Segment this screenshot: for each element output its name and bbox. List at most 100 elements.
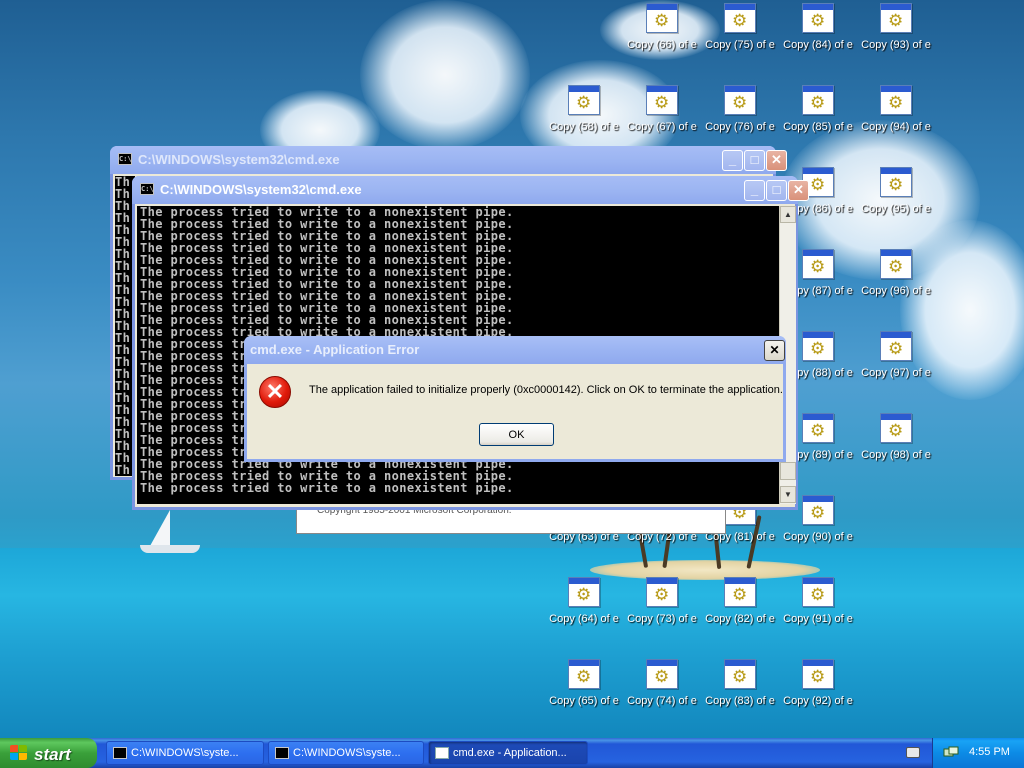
desktop-shortcut[interactable]: Copy (97) of e xyxy=(858,331,934,391)
keyboard-icon[interactable] xyxy=(906,747,920,758)
desktop-shortcut-label: Copy (96) of e xyxy=(861,285,931,297)
cmd-back-titlebar[interactable]: C:\ C:\WINDOWS\system32\cmd.exe _ □ ✕ xyxy=(110,146,787,174)
console-icon: C:\ xyxy=(140,183,154,195)
desktop-shortcut-label: Copy (74) of e xyxy=(627,695,697,707)
console-line: The process tried to write to a nonexist… xyxy=(140,481,514,495)
application-icon xyxy=(880,85,912,115)
application-icon xyxy=(724,85,756,115)
close-button[interactable]: ✕ xyxy=(764,340,785,361)
desktop-shortcut[interactable]: Copy (94) of e xyxy=(858,85,934,145)
desktop-shortcut[interactable]: Copy (74) of e xyxy=(624,659,700,719)
console-icon xyxy=(113,747,127,759)
taskbar-button[interactable]: C:\WINDOWS\syste... xyxy=(268,741,424,765)
desktop-shortcut-label: Copy (97) of e xyxy=(861,367,931,379)
system-tray: 4:55 PM xyxy=(932,738,1024,768)
window-icon xyxy=(435,747,449,759)
desktop-shortcut-label: Copy (90) of e xyxy=(783,531,853,543)
desktop-shortcut[interactable]: Copy (85) of e xyxy=(780,85,856,145)
cmd-front-titlebar[interactable]: C:\ C:\WINDOWS\system32\cmd.exe _ □ ✕ xyxy=(132,176,809,204)
application-icon xyxy=(568,577,600,607)
application-icon xyxy=(880,331,912,361)
desktop: Copy (66) of e Copy (75) of e Copy (84) of… xyxy=(0,0,1024,738)
desktop-shortcut-label: Copy (66) of e xyxy=(627,39,697,51)
desktop-shortcut-label: Copy (95) of e xyxy=(861,203,931,215)
desktop-shortcut-label: Copy (67) of e xyxy=(627,121,697,133)
wallpaper-boat xyxy=(140,545,200,553)
error-message: The application failed to initialize pro… xyxy=(309,384,783,396)
application-icon xyxy=(646,577,678,607)
desktop-shortcut[interactable]: Copy (73) of e xyxy=(624,577,700,637)
desktop-shortcut[interactable]: Copy (98) of e xyxy=(858,413,934,473)
start-label: start xyxy=(34,745,71,764)
desktop-shortcut[interactable]: Copy (58) of e xyxy=(546,85,622,145)
application-icon xyxy=(880,167,912,197)
console-icon: C:\ xyxy=(118,153,132,165)
application-icon xyxy=(646,659,678,689)
desktop-shortcut[interactable]: Copy (65) of e xyxy=(546,659,622,719)
application-icon xyxy=(724,3,756,33)
error-dialog-title: cmd.exe - Application Error xyxy=(250,342,420,357)
desktop-shortcut-label: Copy (91) of e xyxy=(783,613,853,625)
taskbar-button[interactable]: C:\WINDOWS\syste... xyxy=(106,741,264,765)
desktop-shortcut-label: Copy (92) of e xyxy=(783,695,853,707)
desktop-shortcut[interactable]: Copy (92) of e xyxy=(780,659,856,719)
application-icon xyxy=(802,413,834,443)
close-button[interactable]: ✕ xyxy=(766,150,787,171)
application-icon xyxy=(802,85,834,115)
desktop-shortcut[interactable]: Copy (64) of e xyxy=(546,577,622,637)
close-button[interactable]: ✕ xyxy=(788,180,809,201)
desktop-shortcut[interactable]: Copy (83) of e xyxy=(702,659,778,719)
taskbar-button[interactable]: cmd.exe - Application... xyxy=(428,741,588,765)
desktop-shortcut[interactable]: Copy (91) of e xyxy=(780,577,856,637)
desktop-shortcut[interactable]: Copy (66) of e xyxy=(624,3,700,63)
ok-button[interactable]: OK xyxy=(479,423,554,446)
start-button[interactable]: start xyxy=(0,738,97,768)
taskbar-button-label: C:\WINDOWS\syste... xyxy=(131,747,239,759)
desktop-shortcut[interactable]: Copy (84) of e xyxy=(780,3,856,63)
error-dialog-titlebar[interactable]: cmd.exe - Application Error ✕ xyxy=(244,336,786,364)
scroll-up-arrow-icon[interactable]: ▲ xyxy=(780,206,796,223)
desktop-shortcut-label: Copy (85) of e xyxy=(783,121,853,133)
console-icon xyxy=(275,747,289,759)
desktop-shortcut[interactable]: Copy (82) of e xyxy=(702,577,778,637)
desktop-shortcut-label: Copy (65) of e xyxy=(549,695,619,707)
scroll-thumb[interactable] xyxy=(780,462,796,480)
taskbar: start C:\WINDOWS\syste... C:\WINDOWS\syst… xyxy=(0,738,1024,768)
desktop-shortcut[interactable]: Copy (75) of e xyxy=(702,3,778,63)
application-icon xyxy=(802,331,834,361)
desktop-shortcut-label: Copy (76) of e xyxy=(705,121,775,133)
minimize-button[interactable]: _ xyxy=(744,180,765,201)
desktop-shortcut-label: Copy (73) of e xyxy=(627,613,697,625)
desktop-shortcut[interactable]: Copy (95) of e xyxy=(858,167,934,227)
maximize-button[interactable]: □ xyxy=(766,180,787,201)
error-dialog-body: ✕ The application failed to initialize p… xyxy=(247,364,783,459)
application-icon xyxy=(724,577,756,607)
desktop-shortcut-label: Copy (58) of e xyxy=(549,121,619,133)
minimize-button[interactable]: _ xyxy=(722,150,743,171)
taskbar-button-label: cmd.exe - Application... xyxy=(453,747,567,759)
desktop-shortcut[interactable]: Copy (76) of e xyxy=(702,85,778,145)
desktop-shortcut[interactable]: Copy (93) of e xyxy=(858,3,934,63)
application-icon xyxy=(568,85,600,115)
desktop-shortcut-label: Copy (75) of e xyxy=(705,39,775,51)
network-icon[interactable] xyxy=(943,746,959,760)
application-icon xyxy=(802,3,834,33)
desktop-shortcut[interactable]: Copy (96) of e xyxy=(858,249,934,309)
application-icon xyxy=(802,659,834,689)
maximize-button[interactable]: □ xyxy=(744,150,765,171)
desktop-shortcut-label: Copy (84) of e xyxy=(783,39,853,51)
application-icon xyxy=(646,85,678,115)
application-icon xyxy=(568,659,600,689)
desktop-shortcut[interactable]: Copy (67) of e xyxy=(624,85,700,145)
wallpaper-sea xyxy=(0,548,1024,738)
taskbar-button-label: C:\WINDOWS\syste... xyxy=(293,747,401,759)
clock[interactable]: 4:55 PM xyxy=(969,746,1010,758)
desktop-shortcut-label: Copy (83) of e xyxy=(705,695,775,707)
desktop-shortcut-label: Copy (82) of e xyxy=(705,613,775,625)
windows-logo-icon xyxy=(10,745,28,761)
scroll-down-arrow-icon[interactable]: ▼ xyxy=(780,486,796,503)
application-icon xyxy=(724,659,756,689)
application-icon xyxy=(880,3,912,33)
application-error-dialog[interactable]: cmd.exe - Application Error ✕ ✕ The appl… xyxy=(244,336,786,462)
desktop-shortcut-label: Copy (94) of e xyxy=(861,121,931,133)
